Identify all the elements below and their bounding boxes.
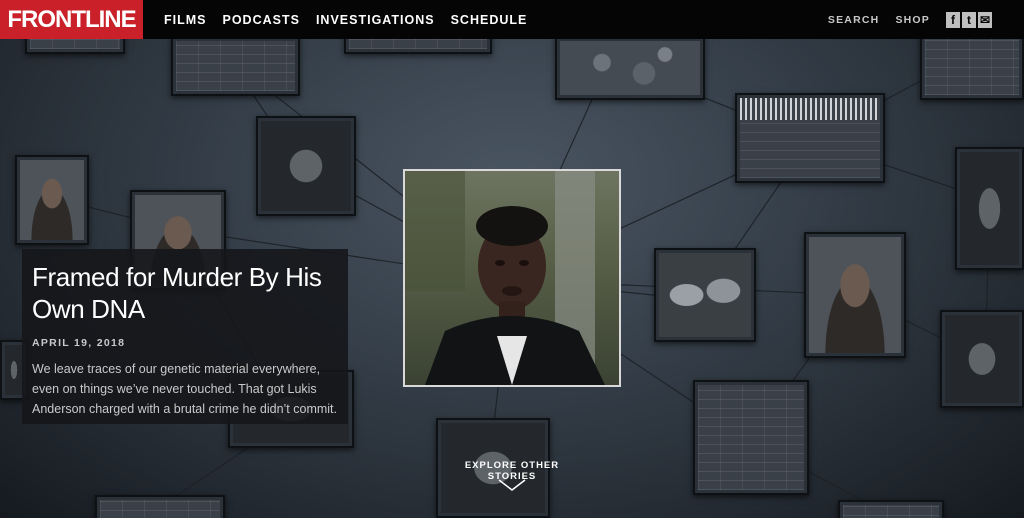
- email-icon[interactable]: ✉: [978, 11, 992, 28]
- evidence-tile-barcode-document: [735, 93, 885, 183]
- chevron-down-icon[interactable]: [497, 477, 527, 493]
- evidence-tile-document: [920, 30, 1024, 100]
- social-links: f t ✉: [946, 11, 992, 28]
- twitter-icon[interactable]: t: [962, 11, 976, 28]
- nav-item-films[interactable]: FILMS: [164, 13, 207, 27]
- evidence-tile-document: [171, 36, 300, 96]
- evidence-tile-document: [693, 380, 809, 495]
- story-date: APRIL 19, 2018: [32, 337, 126, 349]
- story-title[interactable]: Framed for Murder By His Own DNA: [32, 261, 338, 325]
- featured-portrait[interactable]: [403, 169, 621, 387]
- nav-utilities: SEARCH SHOP f t ✉: [812, 11, 992, 28]
- main-menu: FILMS PODCASTS INVESTIGATIONS SCHEDULE: [164, 13, 543, 27]
- frontline-logo[interactable]: FRONTLINE: [0, 0, 143, 39]
- top-navigation: FRONTLINE FILMS PODCASTS INVESTIGATIONS …: [0, 0, 1024, 39]
- story-description: We leave traces of our genetic material …: [32, 362, 338, 416]
- evidence-tile-object: [256, 116, 356, 216]
- evidence-tile-object: [955, 147, 1024, 270]
- evidence-tile-mugshot: [804, 232, 906, 358]
- shop-link[interactable]: SHOP: [895, 14, 930, 26]
- evidence-tile-mugshot: [15, 155, 89, 245]
- evidence-tile-document: [838, 500, 944, 518]
- search-link[interactable]: SEARCH: [828, 14, 880, 26]
- story-card[interactable]: Framed for Murder By His Own DNA APRIL 1…: [22, 249, 348, 424]
- evidence-tile-object: [940, 310, 1024, 408]
- evidence-tile-map: [555, 36, 705, 100]
- evidence-tile-document: [95, 495, 225, 518]
- facebook-icon[interactable]: f: [946, 11, 960, 28]
- nav-item-podcasts[interactable]: PODCASTS: [223, 13, 300, 27]
- evidence-tile-gloves: [654, 248, 756, 342]
- nav-item-schedule[interactable]: SCHEDULE: [451, 13, 528, 27]
- nav-item-investigations[interactable]: INVESTIGATIONS: [316, 13, 435, 27]
